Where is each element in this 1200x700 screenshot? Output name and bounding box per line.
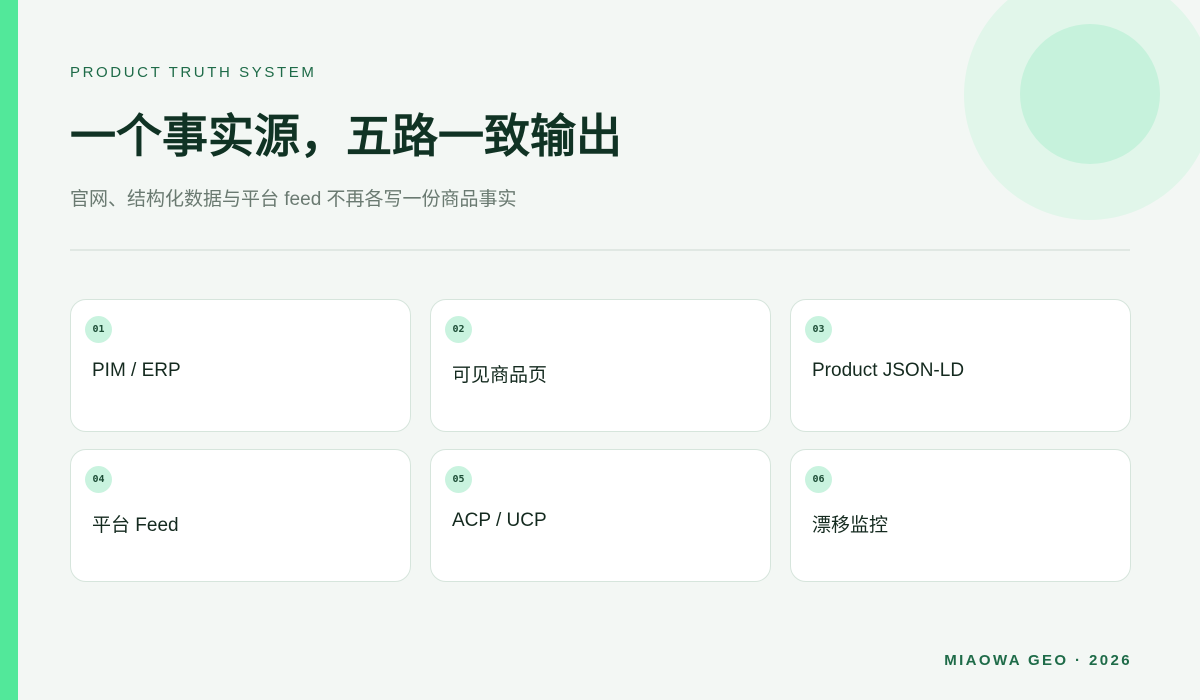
page-title: 一个事实源，五路一致输出 [70, 110, 622, 162]
card-label: PIM / ERP [92, 360, 181, 381]
card-grid: 01 PIM / ERP 02 可见商品页 03 Product JSON-LD… [70, 299, 1131, 582]
card-drift-monitoring: 06 漂移监控 [790, 449, 1131, 582]
card-number-badge: 04 [85, 466, 112, 493]
divider [70, 249, 1130, 251]
card-visible-product-page: 02 可见商品页 [430, 299, 771, 432]
card-label: 漂移监控 [812, 515, 889, 536]
page-subtitle: 官网、结构化数据与平台 feed 不再各写一份商品事实 [70, 189, 517, 210]
card-acp-ucp: 05 ACP / UCP [430, 449, 771, 582]
card-number-badge: 03 [805, 316, 832, 343]
decorative-circle-inner [1020, 24, 1160, 164]
card-label: ACP / UCP [452, 510, 547, 531]
eyebrow-label: PRODUCT TRUTH SYSTEM [70, 64, 317, 81]
card-number-badge: 05 [445, 466, 472, 493]
card-product-json-ld: 03 Product JSON-LD [790, 299, 1131, 432]
card-label: Product JSON-LD [812, 360, 965, 381]
accent-bar [0, 0, 18, 700]
card-number-badge: 01 [85, 316, 112, 343]
footer-brand: MIAOWA GEO · 2026 [944, 652, 1132, 669]
card-label: 可见商品页 [452, 365, 548, 386]
card-platform-feed: 04 平台 Feed [70, 449, 411, 582]
card-number-badge: 02 [445, 316, 472, 343]
card-pim-erp: 01 PIM / ERP [70, 299, 411, 432]
card-number-badge: 06 [805, 466, 832, 493]
card-label: 平台 Feed [92, 515, 179, 536]
